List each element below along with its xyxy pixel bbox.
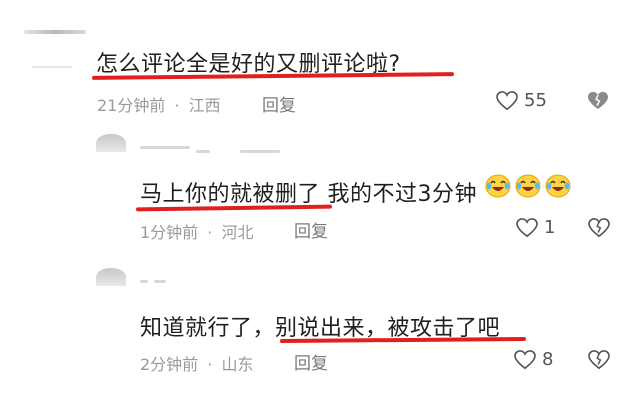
like-count: 1	[544, 217, 556, 238]
crying-laughing-emoji-icon	[485, 174, 511, 198]
meta-separator: ·	[174, 96, 180, 115]
meta-separator: ·	[207, 355, 213, 374]
comment-text-body: 马上你的就被删了 我的不过3分钟	[140, 182, 477, 207]
comment-meta: 21分钟前 · 江西	[97, 92, 221, 116]
comment-text: 马上你的就被删了 我的不过3分钟	[140, 176, 477, 208]
comment-location: 山东	[221, 355, 254, 374]
username-blurred[interactable]	[24, 30, 86, 34]
broken-heart-icon[interactable]	[588, 350, 610, 370]
broken-heart-icon[interactable]	[588, 218, 610, 238]
comment-meta: 1分钟前 · 河北	[140, 219, 253, 243]
comment-time: 21分钟前	[97, 96, 166, 115]
reply-button[interactable]: 回复	[294, 349, 328, 374]
emoji-group	[484, 172, 572, 198]
like-button[interactable]: 1	[516, 217, 555, 238]
comment-time: 2分钟前	[140, 355, 199, 374]
like-count: 8	[542, 349, 554, 370]
like-count: 55	[524, 90, 547, 111]
username-blurred	[154, 280, 166, 283]
username-blurred[interactable]	[140, 146, 190, 149]
comment-location: 江西	[188, 96, 221, 115]
like-button[interactable]: 8	[514, 349, 553, 370]
meta-separator: ·	[207, 223, 213, 242]
heart-outline-icon	[514, 349, 536, 369]
divider	[32, 66, 72, 68]
username-blurred	[196, 150, 210, 153]
like-button[interactable]: 55	[496, 90, 547, 111]
username-blurred	[240, 150, 280, 153]
comment-time: 1分钟前	[140, 223, 199, 242]
comment-location: 河北	[221, 223, 254, 242]
heart-outline-icon	[496, 90, 518, 110]
comment-meta: 2分钟前 · 山东	[140, 351, 253, 375]
broken-heart-icon[interactable]	[587, 91, 609, 111]
crying-laughing-emoji-icon	[515, 174, 541, 198]
reply-button[interactable]: 回复	[262, 91, 296, 116]
reply-button[interactable]: 回复	[294, 217, 328, 242]
username-blurred[interactable]	[140, 280, 148, 283]
heart-outline-icon	[516, 217, 538, 237]
avatar[interactable]	[96, 134, 126, 152]
crying-laughing-emoji-icon	[545, 174, 571, 198]
red-underline-annotation	[279, 336, 527, 344]
avatar[interactable]	[96, 268, 126, 286]
